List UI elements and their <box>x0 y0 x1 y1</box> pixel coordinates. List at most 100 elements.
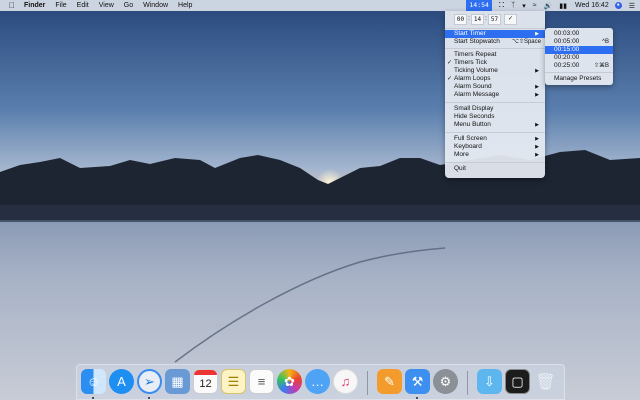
menu-item-full-screen[interactable]: Full Screen ▶ <box>445 135 545 143</box>
menu-item-more[interactable]: More ▶ <box>445 151 545 159</box>
menu-separator <box>445 48 545 49</box>
menu-item-label: Menu Button <box>454 121 491 128</box>
menu-item-ticking-volume[interactable]: Ticking Volume ▶ <box>445 67 545 75</box>
checkmark-icon: ✓ <box>447 60 453 66</box>
menu-item-label: Start Stopwatch <box>454 38 500 45</box>
battery-icon[interactable]: ▮▮ <box>559 2 567 10</box>
screenshot-stack-icon[interactable]: ▢ <box>505 369 530 394</box>
menu-item-start-stopwatch[interactable]: Start Stopwatch ⌥⇧Space <box>445 38 545 46</box>
checkmark-icon[interactable]: ✓ <box>504 14 517 25</box>
menu-item-label: Alarm Sound <box>454 83 492 90</box>
calendar-day: 12 <box>199 377 212 390</box>
menu-bar:  Finder File Edit View Go Window Help 1… <box>0 0 640 11</box>
reminders-icon[interactable]: ≡ <box>249 369 274 394</box>
preset-item-selected[interactable]: 00:15:00 <box>545 46 613 54</box>
submenu-arrow-icon: ▶ <box>535 144 539 150</box>
submenu-arrow-icon: ▶ <box>535 152 539 158</box>
menu-item-label: Timers Repeat <box>454 51 497 58</box>
running-indicator <box>148 397 150 399</box>
timer-status-item[interactable]: 14:54 <box>466 0 492 11</box>
minutes-field[interactable]: 14 <box>471 14 484 25</box>
menu-item-small-display[interactable]: Small Display <box>445 105 545 113</box>
system-preferences-icon[interactable]: ⚙ <box>433 369 458 394</box>
menu-item-label: Alarm Message <box>454 91 500 98</box>
checkmark-icon: ✓ <box>447 76 453 82</box>
menu-item-keyboard[interactable]: Keyboard ▶ <box>445 143 545 151</box>
menu-item-hide-seconds[interactable]: Hide Seconds <box>445 113 545 121</box>
hours-field[interactable]: 00 <box>454 14 467 25</box>
trash-icon[interactable]: 🗑 <box>533 369 558 394</box>
timer-dropdown-menu: 00 : 14 : 57 ✓ Start Timer ▶ Start Stopw… <box>445 11 545 178</box>
preset-item[interactable]: 00:03:00 <box>545 30 613 38</box>
preset-item[interactable]: 00:20:00 <box>545 54 613 62</box>
submenu-arrow-icon: ▶ <box>535 92 539 98</box>
menu-item-alarm-loops[interactable]: ✓ Alarm Loops <box>445 75 545 83</box>
shield-icon[interactable]: ⛚ <box>499 2 504 10</box>
preset-item[interactable]: 00:25:00 ⇧⌘B <box>545 62 613 70</box>
running-indicator <box>92 397 94 399</box>
menu-item-label: Keyboard <box>454 143 482 150</box>
menu-item-label: Alarm Loops <box>454 75 491 82</box>
xcode-icon[interactable]: ⚒ <box>405 369 430 394</box>
running-indicator <box>416 397 418 399</box>
calendar-icon[interactable]: 12 <box>193 369 218 394</box>
seconds-field[interactable]: 57 <box>488 14 501 25</box>
preset-label: 00:05:00 <box>554 38 580 45</box>
submenu-arrow-icon: ▶ <box>535 122 539 128</box>
safari-icon[interactable]: ➢ <box>137 369 162 394</box>
menu-item-quit[interactable]: Quit <box>445 165 545 173</box>
app-store-icon[interactable]: A <box>109 369 134 394</box>
menu-item-label: Start Timer <box>454 30 486 37</box>
menu-item-start-timer[interactable]: Start Timer ▶ <box>445 30 545 38</box>
wifi-icon[interactable]: ≈ <box>533 2 537 9</box>
submenu-arrow-icon: ▶ <box>535 68 539 74</box>
menu-window[interactable]: Window <box>143 2 168 9</box>
menu-item-menu-button[interactable]: Menu Button ▶ <box>445 121 545 129</box>
photos-icon[interactable]: ✿ <box>277 369 302 394</box>
shortcut-label: ^B <box>602 39 609 45</box>
manage-presets-label: Manage Presets <box>554 75 602 82</box>
menu-view[interactable]: View <box>99 2 114 9</box>
menu-item-alarm-sound[interactable]: Alarm Sound ▶ <box>445 83 545 91</box>
menu-separator <box>445 162 545 163</box>
airplay-icon[interactable]: ▾ <box>522 2 526 10</box>
submenu-arrow-icon: ▶ <box>535 84 539 90</box>
time-separator: : <box>468 16 470 22</box>
menu-item-alarm-message[interactable]: Alarm Message ▶ <box>445 91 545 99</box>
user-icon[interactable]: ● <box>614 2 622 9</box>
itunes-icon[interactable]: ♫ <box>333 369 358 394</box>
submenu-arrow-icon: ▶ <box>535 31 539 37</box>
menu-edit[interactable]: Edit <box>77 2 89 9</box>
manage-presets-item[interactable]: Manage Presets <box>545 75 613 83</box>
downloads-folder-icon[interactable]: ⇩ <box>477 369 502 394</box>
menu-app-name[interactable]: Finder <box>24 2 45 9</box>
menu-item-timers-tick[interactable]: ✓ Timers Tick <box>445 59 545 67</box>
menu-item-label: More <box>454 151 469 158</box>
apple-logo-icon[interactable]:  <box>7 1 17 10</box>
preset-label: 00:25:00 <box>554 62 580 69</box>
preview-icon[interactable]: ▦ <box>165 369 190 394</box>
notes-icon[interactable]: ☰ <box>221 369 246 394</box>
dock-divider <box>367 371 368 395</box>
finder-icon[interactable]: ☺ <box>81 369 106 394</box>
menu-item-timers-repeat[interactable]: Timers Repeat <box>445 51 545 59</box>
preset-item[interactable]: 00:05:00 ^B <box>545 38 613 46</box>
volume-icon[interactable]: 🔊 <box>544 2 553 10</box>
pages-icon[interactable]: ✎ <box>377 369 402 394</box>
menubar-clock[interactable]: Wed 16:42 <box>575 2 609 9</box>
time-entry-row: 00 : 14 : 57 ✓ <box>454 14 517 25</box>
menu-item-label: Full Screen <box>454 135 487 142</box>
menu-item-label: Timers Tick <box>454 59 487 66</box>
status-area: 14:54 ⛚ ᛉ ▾ ≈ 🔊 ▮▮ Wed 16:42 ● ☰ <box>466 0 640 11</box>
notification-center-icon[interactable]: ☰ <box>629 2 635 10</box>
shortcut-label: ⌥⇧Space <box>512 39 541 45</box>
messages-icon[interactable]: … <box>305 369 330 394</box>
time-separator: : <box>485 16 487 22</box>
menu-file[interactable]: File <box>55 2 66 9</box>
submenu-arrow-icon: ▶ <box>535 136 539 142</box>
menu-help[interactable]: Help <box>178 2 192 9</box>
preset-label: 00:20:00 <box>554 54 580 61</box>
bluetooth-icon[interactable]: ᛉ <box>511 2 515 9</box>
preset-label: 00:15:00 <box>554 46 580 53</box>
menu-go[interactable]: Go <box>124 2 133 9</box>
